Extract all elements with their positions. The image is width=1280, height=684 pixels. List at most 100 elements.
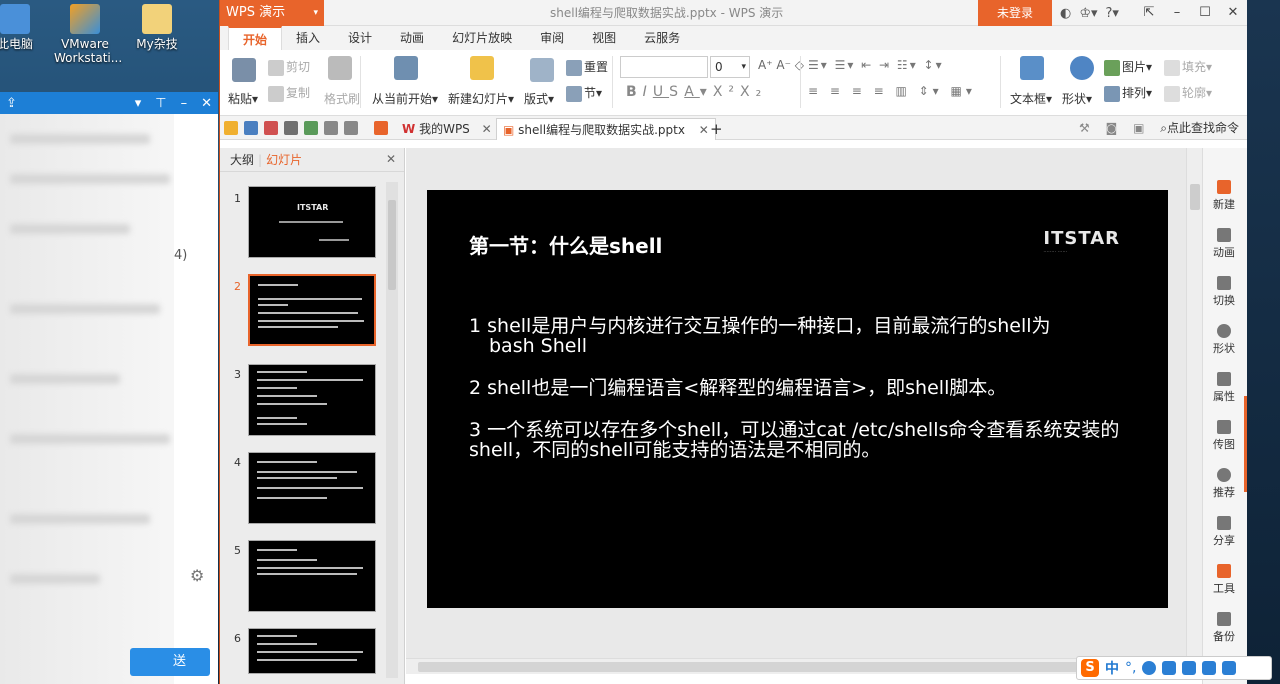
section-button[interactable]: 节▾: [566, 84, 602, 102]
tab-home[interactable]: 开始: [228, 26, 283, 50]
microphone-icon[interactable]: [1162, 661, 1177, 675]
maximize-button[interactable]: ☐: [1191, 0, 1219, 26]
layout-button[interactable]: 版式▾: [524, 90, 554, 107]
tab-view[interactable]: 视图: [578, 26, 630, 50]
cut-button[interactable]: 剪切: [268, 58, 310, 76]
from-current-button[interactable]: 从当前开始▾: [372, 90, 438, 107]
task-shape[interactable]: 形状: [1203, 324, 1245, 356]
task-animation[interactable]: 动画: [1203, 228, 1245, 260]
tab-design[interactable]: 设计: [334, 26, 386, 50]
ime-language-toggle[interactable]: 中: [1105, 658, 1119, 678]
pin-icon[interactable]: ⊤: [155, 96, 166, 111]
slide-thumbnail-1[interactable]: ITSTAR: [248, 186, 376, 258]
image-icon: [1217, 420, 1231, 434]
close-button[interactable]: ✕: [1219, 0, 1247, 26]
list-buttons[interactable]: ☰▾ ☰▾ ⇤ ⇥ ☷▾ ↕▾: [808, 58, 944, 72]
slide-thumbnail-3[interactable]: [248, 364, 376, 436]
shirt-icon[interactable]: ♔▾: [1079, 6, 1097, 21]
open-icon[interactable]: [224, 121, 238, 135]
shape-button[interactable]: 形状▾: [1062, 90, 1092, 107]
tab-animation[interactable]: 动画: [386, 26, 438, 50]
redo-icon[interactable]: [344, 121, 358, 135]
tab-cloud[interactable]: 云服务: [630, 26, 694, 50]
gear-icon[interactable]: ⚙: [190, 566, 204, 585]
minimize-icon[interactable]: –: [181, 96, 188, 111]
current-slide[interactable]: 第一节：什么是shell ITSTAR ········ ······ 1 she…: [427, 190, 1168, 608]
tab-review[interactable]: 审阅: [526, 26, 578, 50]
arrange-button[interactable]: 排列▾: [1104, 84, 1152, 102]
reset-button[interactable]: 重置: [566, 58, 608, 76]
font-format-buttons[interactable]: BIUSA▾X²X₂: [626, 84, 767, 100]
outline-button[interactable]: 轮廓▾: [1164, 84, 1212, 102]
paste-button[interactable]: 粘贴▾: [228, 90, 258, 107]
preview-icon[interactable]: [304, 121, 318, 135]
slide-thumbnail-5[interactable]: [248, 540, 376, 612]
save-icon[interactable]: [244, 121, 258, 135]
textbox-icon: [1020, 56, 1044, 80]
slide-thumbnail-6[interactable]: [248, 628, 376, 674]
keyboard-icon[interactable]: [1182, 661, 1197, 675]
slide-number: 5: [234, 544, 241, 557]
desktop-icon-vmware[interactable]: VMware Workstati...: [54, 4, 122, 65]
font-size-select[interactable]: 0 ▾: [710, 56, 750, 78]
new-tab-button[interactable]: +: [704, 118, 729, 140]
slide-thumbnail-2[interactable]: [248, 274, 376, 346]
print-icon[interactable]: [284, 121, 298, 135]
punctuation-icon[interactable]: °,: [1125, 660, 1136, 676]
dropdown-icon[interactable]: ▾: [135, 96, 142, 111]
window-title: shell编程与爬取数据实战.pptx - WPS 演示: [550, 6, 784, 20]
font-grow-shrink[interactable]: A⁺ A⁻ ◇: [758, 58, 804, 72]
play-from-current-icon: [394, 56, 418, 80]
task-backup[interactable]: 备份: [1203, 612, 1245, 644]
title-icons: ◐ ♔▾ ?▾: [1060, 0, 1119, 26]
new-slide-button[interactable]: 新建幻灯片▾: [448, 90, 514, 107]
skin-icon[interactable]: ◐: [1060, 6, 1071, 21]
font-name-select[interactable]: [620, 56, 708, 78]
minimize-button[interactable]: –: [1163, 0, 1191, 26]
folder-icon: [142, 4, 172, 34]
undo-icon[interactable]: [324, 121, 338, 135]
task-share[interactable]: 分享: [1203, 516, 1245, 548]
slide-thumbnail-4[interactable]: [248, 452, 376, 524]
command-search[interactable]: ⚒ ◙ ▣ ⌕点此查找命令: [1079, 116, 1239, 140]
share-icon[interactable]: ⇪: [6, 96, 17, 111]
wps-window: WPS 演示 ▾ shell编程与爬取数据实战.pptx - WPS 演示 未登…: [219, 0, 1248, 684]
fill-button[interactable]: 填充▾: [1164, 58, 1212, 76]
task-tools[interactable]: 工具: [1203, 564, 1245, 596]
pane-scrollbar[interactable]: [386, 182, 398, 678]
tools-icon[interactable]: [1222, 661, 1237, 675]
send-button[interactable]: 送: [130, 648, 210, 676]
app-menu-button[interactable]: WPS 演示 ▾: [220, 0, 324, 26]
customize-icon[interactable]: [374, 121, 388, 135]
login-button[interactable]: 未登录: [978, 0, 1052, 26]
close-icon[interactable]: ✕: [201, 96, 212, 111]
task-recommend[interactable]: 推荐: [1203, 468, 1245, 500]
textbox-button[interactable]: 文本框▾: [1010, 90, 1052, 107]
task-transition[interactable]: 切换: [1203, 276, 1245, 308]
task-upload-image[interactable]: 传图: [1203, 420, 1245, 452]
task-new[interactable]: 新建: [1203, 180, 1245, 212]
skin-icon[interactable]: [1202, 661, 1217, 675]
tab-mywps[interactable]: W 我的WPS ✕: [396, 118, 498, 140]
desktop-icon-computer[interactable]: 此电脑: [0, 4, 46, 51]
pdf-icon[interactable]: [264, 121, 278, 135]
format-painter-button[interactable]: 格式刷: [324, 90, 360, 107]
editor-vertical-scrollbar[interactable]: [1186, 148, 1202, 658]
tab-document[interactable]: ▣ shell编程与爬取数据实战.pptx ✕: [496, 118, 716, 140]
computer-icon: [0, 4, 30, 34]
align-buttons[interactable]: ≡ ≡ ≡ ≡ ▥ ⇕▾ ▦▾: [808, 84, 976, 98]
restore-top-icon[interactable]: ⇱: [1135, 0, 1163, 26]
picture-button[interactable]: 图片▾: [1104, 58, 1152, 76]
task-properties[interactable]: 属性: [1203, 372, 1245, 404]
emoji-icon[interactable]: [1142, 661, 1157, 675]
sogou-icon[interactable]: S: [1081, 659, 1099, 677]
tab-outline[interactable]: 大纲: [226, 151, 258, 168]
help-icon[interactable]: ?▾: [1106, 6, 1119, 21]
copy-button[interactable]: 复制: [268, 84, 310, 102]
tab-insert[interactable]: 插入: [282, 26, 334, 50]
close-pane-icon[interactable]: ✕: [386, 152, 396, 166]
desktop-icon-folder[interactable]: My杂技: [126, 4, 188, 51]
tab-slideshow[interactable]: 幻灯片放映: [438, 26, 526, 50]
brush-icon: [328, 56, 352, 80]
tab-slides[interactable]: 幻灯片: [262, 151, 306, 168]
